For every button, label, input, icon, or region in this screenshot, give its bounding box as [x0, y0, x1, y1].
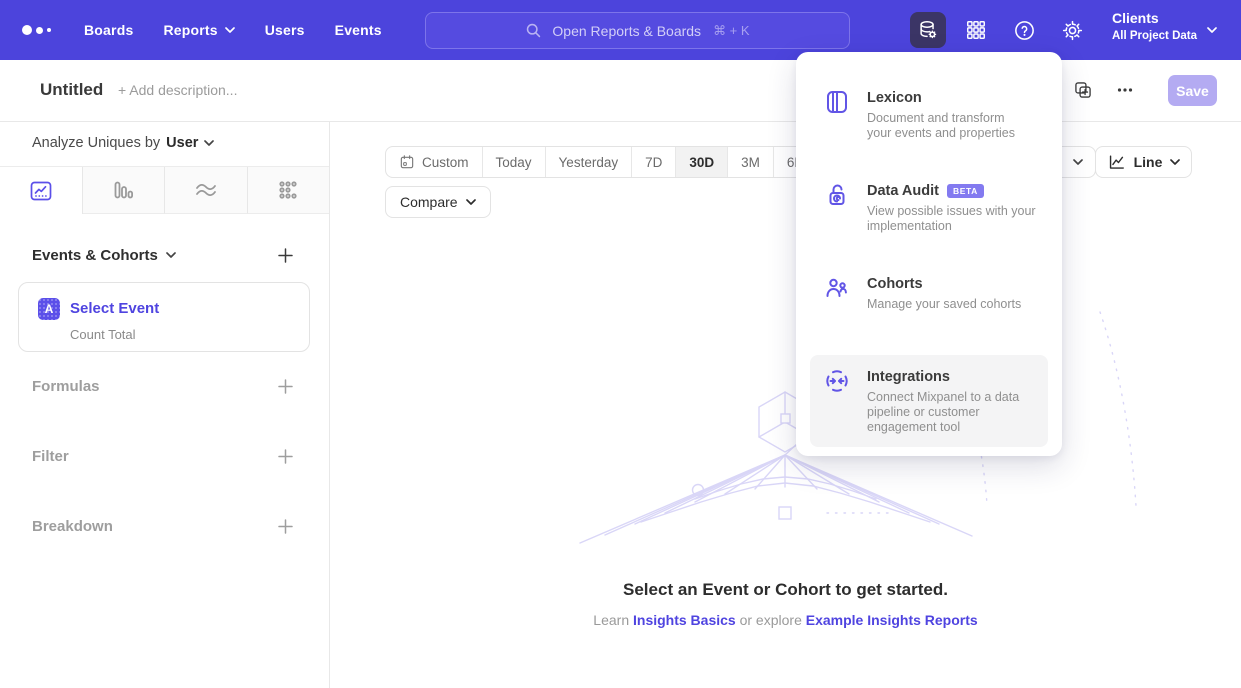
chart-canvas: Custom Today Yesterday 7D 30D 3M 6M Comp…	[330, 122, 1241, 688]
count-total-label[interactable]: Count Total	[70, 327, 136, 342]
settings-button[interactable]	[1054, 12, 1090, 48]
report-title[interactable]: Untitled	[40, 80, 103, 100]
beta-badge: BETA	[947, 184, 984, 198]
copy-plus-icon	[1073, 80, 1093, 100]
empty-state-links: Learn Insights Basics or explore Example…	[330, 612, 1241, 628]
search-placeholder: Open Reports & Boards	[552, 23, 701, 39]
menu-item-data-audit[interactable]: Data Audit BETA View possible issues wit…	[810, 169, 1048, 246]
database-gear-icon	[917, 19, 939, 41]
chart-type-tabs	[0, 166, 329, 214]
add-breakdown-button[interactable]	[273, 514, 297, 538]
duplicate-button[interactable]	[1068, 75, 1098, 105]
lexicon-book-icon	[824, 89, 850, 115]
tab-metric-grid[interactable]	[248, 167, 330, 214]
query-sidebar: Analyze Uniques by User	[0, 122, 330, 688]
chart-type-dropdown[interactable]: Line	[1095, 146, 1192, 178]
chevron-down-icon	[1170, 159, 1180, 165]
tab-stacked-chart[interactable]	[165, 167, 248, 214]
search-shortcut: ⌘ + K	[713, 23, 750, 39]
chevron-down-icon	[166, 252, 176, 258]
nav-reports[interactable]: Reports	[163, 22, 234, 38]
filter-label: Filter	[32, 448, 69, 465]
select-event-label: Select Event	[70, 300, 159, 317]
event-letter-badge: A	[38, 298, 60, 320]
nav-events[interactable]: Events	[335, 22, 382, 38]
line-chart-icon	[1107, 153, 1126, 172]
plus-icon	[277, 247, 294, 264]
primary-nav: Boards Reports Users Events	[84, 0, 382, 60]
add-event-button[interactable]	[273, 243, 297, 267]
filter-section: Filter	[32, 444, 297, 468]
empty-state-title: Select an Event or Cohort to get started…	[330, 580, 1241, 600]
range-3m[interactable]: 3M	[728, 147, 774, 177]
range-30d[interactable]: 30D	[676, 147, 728, 177]
project-name: Clients	[1112, 9, 1197, 28]
navbar-icon-group	[910, 12, 1090, 48]
apps-grid-button[interactable]	[958, 12, 994, 48]
compare-dropdown[interactable]: Compare	[385, 186, 491, 218]
project-scope: All Project Data	[1112, 28, 1197, 44]
chevron-down-icon	[1207, 27, 1217, 33]
events-cohorts-label[interactable]: Events & Cohorts	[32, 247, 176, 264]
tab-bar-chart[interactable]	[83, 167, 166, 214]
calendar-icon	[399, 154, 415, 170]
project-switcher[interactable]: Clients All Project Data	[1112, 9, 1197, 44]
search-icon	[525, 22, 542, 39]
gear-icon	[1061, 19, 1084, 42]
dot-grid-icon	[276, 178, 300, 202]
menu-item-lexicon[interactable]: Lexicon Document and transform your even…	[810, 76, 1048, 153]
chevron-down-icon	[204, 140, 214, 146]
mixpanel-app: Boards Reports Users Events Open Reports…	[0, 0, 1241, 688]
chevron-down-icon	[466, 199, 476, 205]
data-management-menu: Lexicon Document and transform your even…	[796, 52, 1062, 456]
nav-users[interactable]: Users	[265, 22, 305, 38]
cohorts-people-icon	[824, 275, 850, 301]
help-button[interactable]	[1006, 12, 1042, 48]
save-button[interactable]: Save	[1168, 75, 1217, 106]
range-custom[interactable]: Custom	[386, 147, 483, 177]
mixpanel-logo[interactable]	[22, 0, 51, 60]
formulas-label: Formulas	[32, 378, 100, 395]
global-search-input[interactable]: Open Reports & Boards ⌘ + K	[425, 12, 850, 49]
range-7d[interactable]: 7D	[632, 147, 676, 177]
add-formula-button[interactable]	[273, 374, 297, 398]
select-event-card[interactable]: A Select Event Count Total	[18, 282, 310, 352]
example-reports-link[interactable]: Example Insights Reports	[806, 612, 978, 628]
date-range-control: Custom Today Yesterday 7D 30D 3M 6M	[385, 146, 820, 178]
plus-icon	[277, 448, 294, 465]
menu-item-cohorts[interactable]: Cohorts Manage your saved cohorts	[810, 262, 1048, 324]
data-audit-icon	[824, 182, 850, 208]
add-filter-button[interactable]	[273, 444, 297, 468]
data-management-button[interactable]	[910, 12, 946, 48]
analyze-value-dropdown[interactable]: User	[166, 135, 214, 151]
top-navbar: Boards Reports Users Events Open Reports…	[0, 0, 1241, 60]
chevron-down-icon	[1073, 159, 1083, 165]
plus-icon	[277, 518, 294, 535]
wireframe-illustration	[330, 300, 1241, 590]
menu-item-integrations[interactable]: Integrations Connect Mixpanel to a data …	[810, 355, 1048, 447]
chevron-down-icon	[225, 27, 235, 33]
ellipsis-icon	[1116, 81, 1134, 99]
plus-icon	[277, 378, 294, 395]
breakdown-label: Breakdown	[32, 518, 113, 535]
events-cohorts-section: Events & Cohorts	[32, 243, 297, 267]
range-yesterday[interactable]: Yesterday	[546, 147, 633, 177]
range-today[interactable]: Today	[483, 147, 546, 177]
apps-grid-icon	[965, 19, 987, 41]
analyze-uniques-row: Analyze Uniques by User	[32, 135, 214, 151]
tab-line-chart[interactable]	[0, 167, 83, 214]
bar-chart-icon	[111, 178, 135, 202]
formulas-section: Formulas	[32, 374, 297, 398]
integrations-sync-icon	[824, 368, 850, 394]
analyze-label: Analyze Uniques by	[32, 135, 160, 151]
more-options-button[interactable]	[1110, 75, 1140, 105]
line-chart-icon	[29, 179, 53, 203]
insights-basics-link[interactable]: Insights Basics	[633, 612, 736, 628]
stacked-chart-icon	[193, 177, 219, 203]
breakdown-section: Breakdown	[32, 514, 297, 538]
nav-boards[interactable]: Boards	[84, 22, 133, 38]
question-circle-icon	[1013, 19, 1036, 42]
description-placeholder[interactable]: + Add description...	[118, 82, 237, 98]
